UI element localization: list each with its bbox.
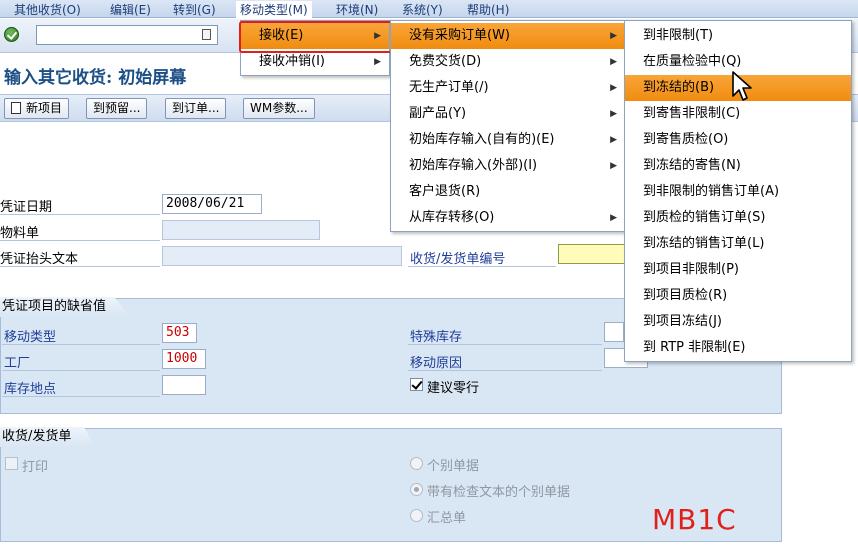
label-underline	[0, 240, 160, 241]
submenu-arrow-icon: ▶	[610, 109, 617, 119]
receipt-submenu: 没有采购订单(W) ▶ 免费交货(D) ▶ 无生产订单(/) ▶ 副产品(Y) ▶ 初始…	[390, 20, 626, 232]
to-order-button[interactable]: 到订单...	[165, 98, 227, 119]
submenu-arrow-icon: ▶	[610, 57, 617, 67]
menu-item-to-sales-order-unrestricted[interactable]: 到非限制的销售订单(A)	[625, 179, 851, 205]
menu-item-to-sales-order-blocked[interactable]: 到冻结的销售订单(L)	[625, 231, 851, 257]
menu-environment[interactable]: 环境(N)	[336, 1, 378, 18]
label-underline	[408, 370, 602, 371]
new-item-button[interactable]: 新项目	[4, 98, 70, 119]
suggest-zero-lines-checkbox[interactable]	[410, 378, 423, 391]
menu-item-without-production-order[interactable]: 无生产订单(/) ▶	[391, 75, 625, 101]
submenu-arrow-icon: ▶	[610, 31, 617, 41]
mouse-pointer-icon	[732, 71, 752, 101]
label-underline	[2, 396, 160, 397]
label-underline	[0, 214, 160, 215]
menu-goto[interactable]: 转到(G)	[173, 1, 216, 18]
print-label: 打印	[22, 460, 49, 475]
label-underline	[0, 266, 160, 267]
material-slip-label: 物料单	[0, 226, 40, 241]
menu-item-receipt-reversal-label: 接收冲销(I)	[259, 54, 325, 69]
menu-item-to-project-blocked[interactable]: 到项目冻结(J)	[625, 309, 851, 335]
menu-item-to-sales-order-qi[interactable]: 到质检的销售订单(S)	[625, 205, 851, 231]
wm-params-button[interactable]: WM参数...	[243, 98, 315, 119]
menu-item-by-product[interactable]: 副产品(Y) ▶	[391, 101, 625, 127]
menu-item-without-po[interactable]: 没有采购订单(W) ▶	[391, 23, 625, 49]
new-document-icon	[11, 102, 21, 114]
menu-item-to-consignment-qi[interactable]: 到寄售质检(O)	[625, 127, 851, 153]
menu-item-to-project-qi[interactable]: 到项目质检(R)	[625, 283, 851, 309]
menu-other-receipts[interactable]: 其他收货(O)	[14, 1, 81, 18]
submenu-arrow-icon: ▶	[610, 135, 617, 145]
menu-system[interactable]: 系统(Y)	[402, 1, 443, 18]
menu-item-initial-stock-own-label: 初始库存输入(自有的)(E)	[409, 132, 555, 147]
menu-item-initial-stock-external-label: 初始库存输入(外部)(I)	[409, 158, 538, 173]
menu-item-initial-stock-own[interactable]: 初始库存输入(自有的)(E) ▶	[391, 127, 625, 153]
radio-collective-slip[interactable]	[410, 509, 423, 522]
menu-bar: 其他收货(O) 编辑(E) 转到(G) 移动类型(M) 环境(N) 系统(Y) …	[0, 0, 858, 18]
label-underline	[408, 266, 556, 267]
transaction-code-annotation: MB1C	[652, 503, 737, 536]
label-underline	[408, 344, 602, 345]
submenu-arrow-icon: ▶	[610, 213, 617, 223]
header-text-field[interactable]	[162, 246, 402, 266]
menu-item-free-of-charge-label: 免费交货(D)	[409, 54, 482, 69]
special-stock-field[interactable]	[604, 322, 624, 342]
plant-field[interactable]: 1000	[162, 349, 206, 369]
menu-item-to-project-unrestricted[interactable]: 到项目非限制(P)	[625, 257, 851, 283]
menu-item-transfer-from-stock[interactable]: 从库存转移(O) ▶	[391, 205, 625, 231]
delivery-note-field[interactable]	[558, 244, 628, 264]
menu-movement-type[interactable]: 移动类型(M)	[236, 1, 312, 18]
plant-label: 工厂	[4, 356, 31, 371]
menu-item-free-of-charge[interactable]: 免费交货(D) ▶	[391, 49, 625, 75]
menu-help[interactable]: 帮助(H)	[467, 1, 509, 18]
radio-collective-slip-label: 汇总单	[427, 511, 467, 526]
radio-individual-inspection-slip[interactable]	[410, 483, 423, 496]
doc-date-label: 凭证日期	[0, 200, 53, 215]
menu-edit[interactable]: 编辑(E)	[110, 1, 151, 18]
label-underline	[2, 370, 160, 371]
enter-check-icon[interactable]	[4, 27, 19, 42]
new-item-label: 新项目	[26, 101, 63, 115]
movement-reason-label: 移动原因	[410, 356, 463, 371]
label-underline	[2, 344, 160, 345]
gr-slip-group-title: 收货/发货单	[0, 427, 96, 447]
menu-item-without-production-order-label: 无生产订单(/)	[409, 80, 489, 95]
doc-date-field[interactable]: 2008/06/21	[162, 194, 262, 214]
submenu-arrow-icon: ▶	[610, 83, 617, 93]
radio-individual-inspection-label: 带有检查文本的个别单据	[427, 485, 571, 500]
menu-item-to-blocked-consignment[interactable]: 到冻结的寄售(N)	[625, 153, 851, 179]
radio-individual-slip-label: 个别单据	[427, 459, 480, 474]
menu-item-to-rtp-unrestricted[interactable]: 到 RTP 非限制(E)	[625, 335, 851, 361]
menu-item-without-po-label: 没有采购订单(W)	[409, 28, 510, 43]
to-reservation-button[interactable]: 到预留...	[86, 98, 148, 119]
movement-type-field[interactable]: 503	[162, 323, 197, 343]
radio-individual-slip[interactable]	[410, 457, 423, 470]
page-title: 输入其它收货: 初始屏幕	[4, 68, 187, 88]
menu-item-initial-stock-external[interactable]: 初始库存输入(外部)(I) ▶	[391, 153, 625, 179]
header-text-label: 凭证抬头文本	[0, 252, 79, 267]
menu-item-transfer-from-stock-label: 从库存转移(O)	[409, 210, 495, 225]
delivery-note-label: 收货/发货单编号	[410, 252, 506, 267]
suggest-zero-lines-label: 建议零行	[427, 381, 480, 396]
highlight-annotation-box	[239, 21, 395, 53]
command-history-icon[interactable]	[202, 29, 211, 40]
print-checkbox[interactable]	[5, 457, 18, 470]
submenu-arrow-icon: ▶	[610, 161, 617, 171]
menu-item-to-unrestricted[interactable]: 到非限制(T)	[625, 23, 851, 49]
storage-location-field[interactable]	[162, 375, 206, 395]
menu-item-customer-return-label: 客户退货(R)	[409, 184, 481, 199]
command-field[interactable]	[36, 25, 218, 45]
special-stock-label: 特殊库存	[410, 330, 463, 345]
movement-type-label: 移动类型	[4, 330, 57, 345]
menu-item-by-product-label: 副产品(Y)	[409, 106, 467, 121]
storage-location-label: 库存地点	[4, 382, 57, 397]
defaults-group-title: 凭证项目的缺省值	[0, 297, 131, 317]
material-slip-field[interactable]	[162, 220, 320, 240]
menu-item-customer-return[interactable]: 客户退货(R)	[391, 179, 625, 205]
